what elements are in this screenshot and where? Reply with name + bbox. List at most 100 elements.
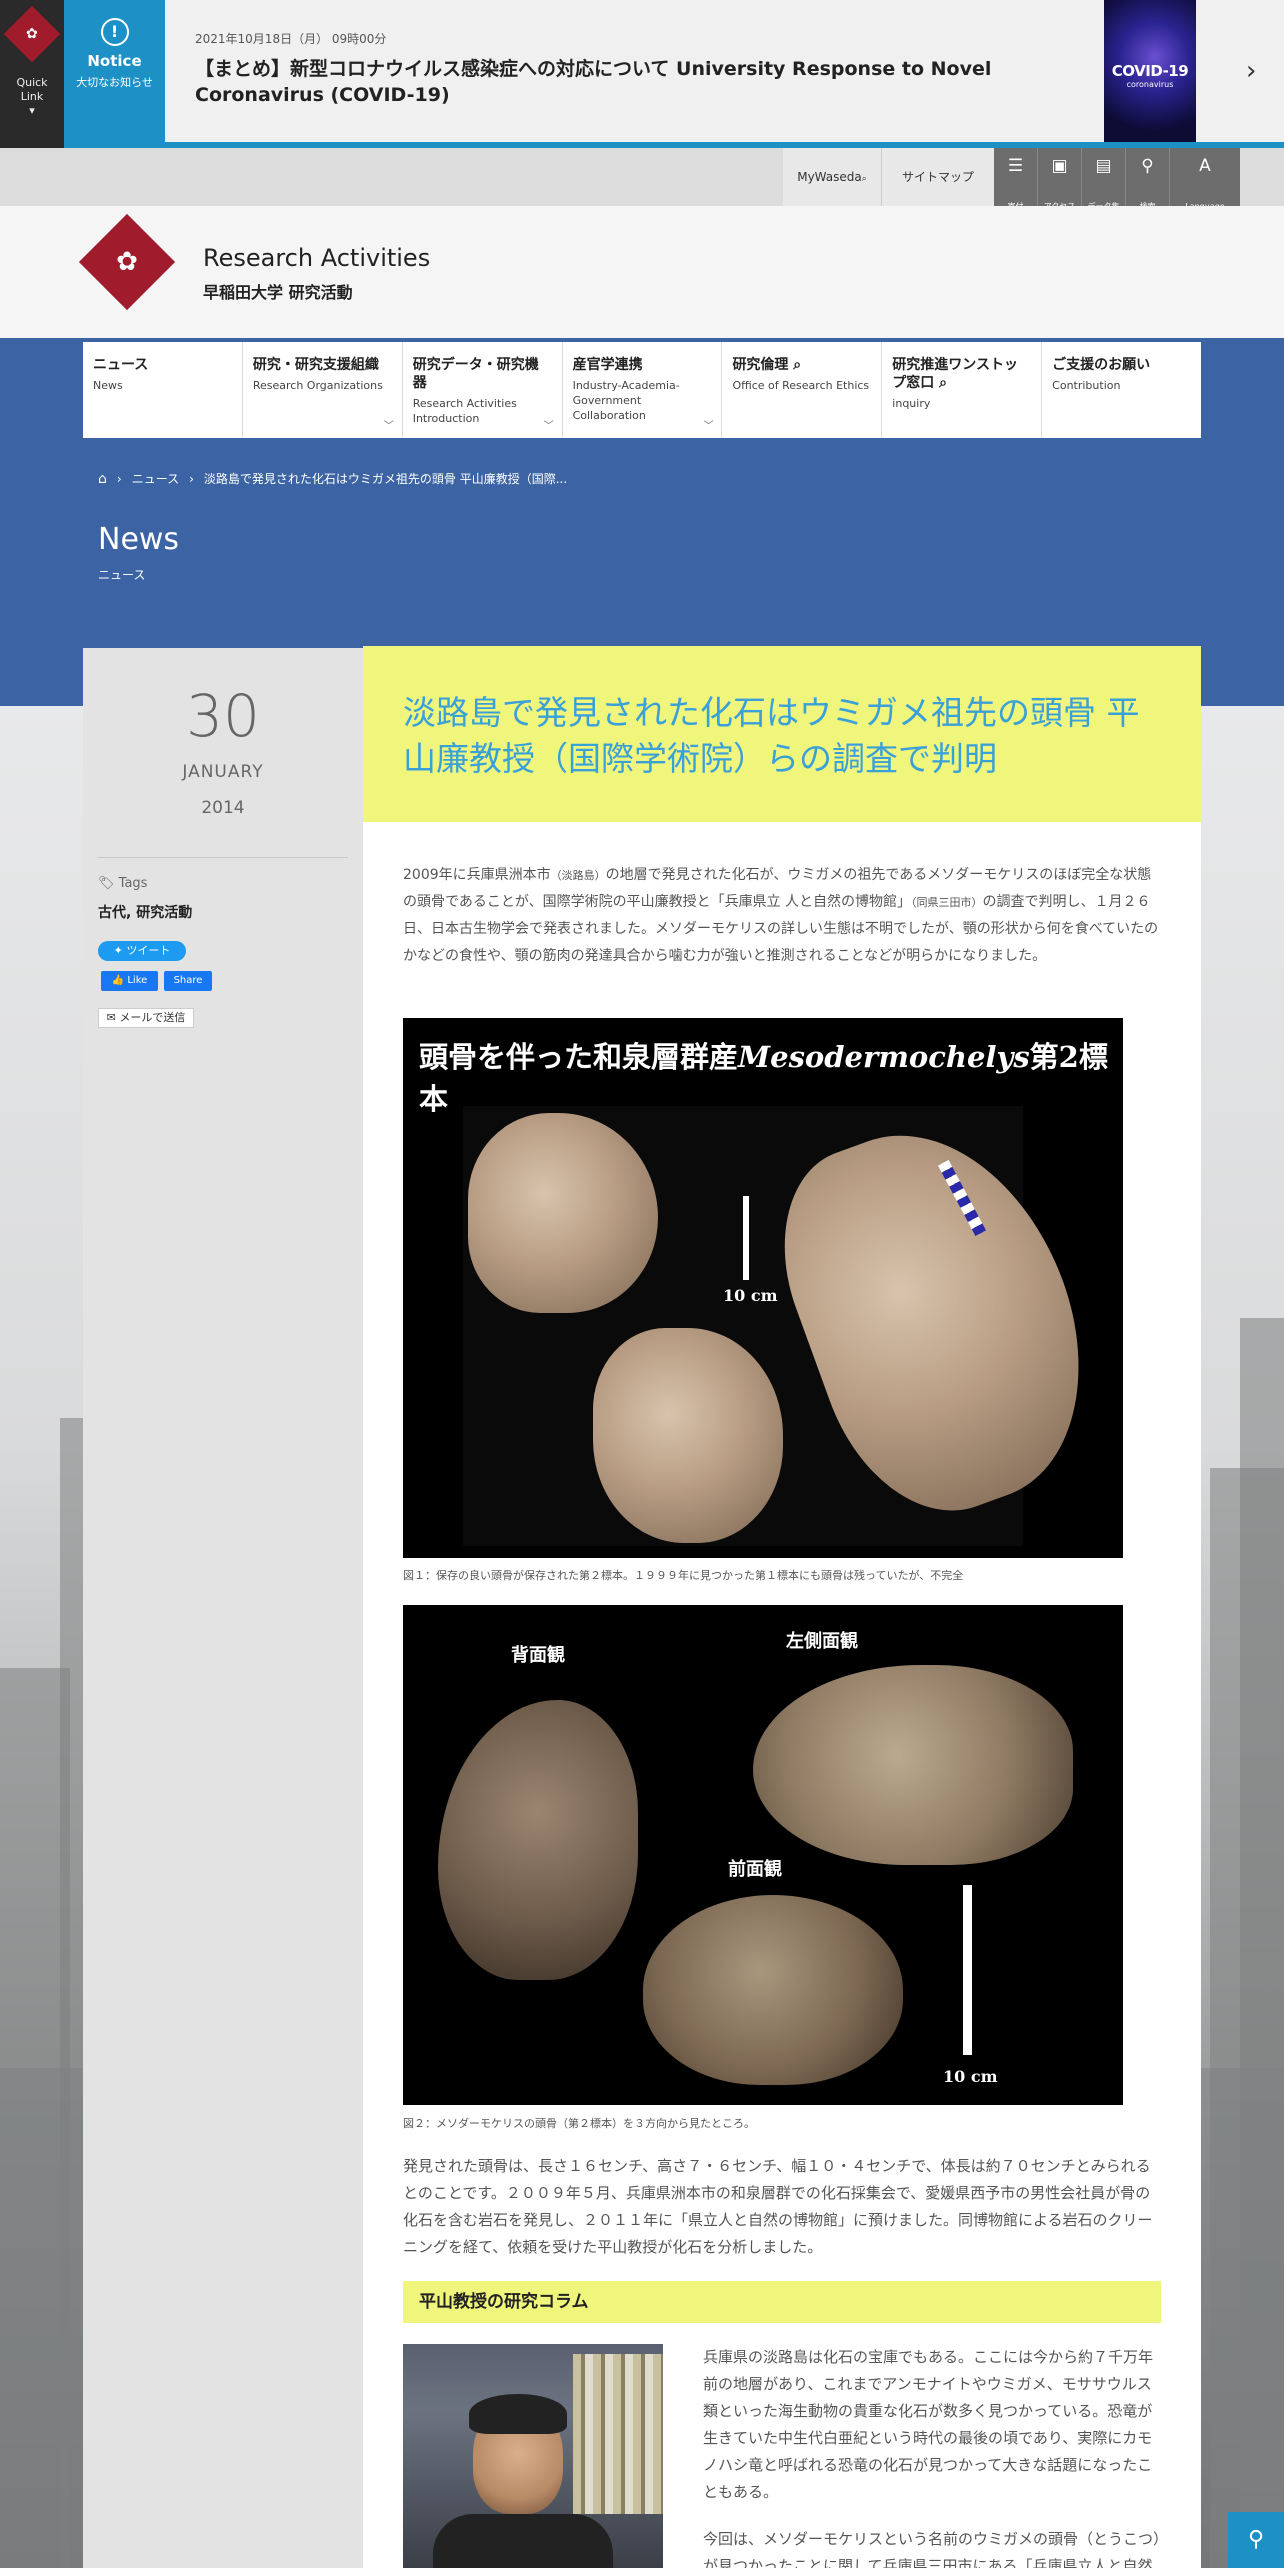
figure-2-image: 背面観 左側面観 前面観 10 cm [403, 1605, 1123, 2105]
nav-item-label: 研究推進ワンストップ窓口 ⌕ [892, 357, 1019, 391]
scale-bar [963, 1885, 972, 2055]
date-year: 2014 [201, 798, 245, 818]
search-button[interactable]: ⚲検索 [1126, 148, 1170, 211]
scale-label: 10 cm [723, 1286, 778, 1305]
tags-label-text: Tags [118, 876, 148, 891]
professor-portrait-image [403, 2344, 663, 2568]
breadcrumb: ⌂ › ニュース › 淡路島で発見された化石はウミガメ祖先の頭骨 平山廉教授（国… [98, 470, 567, 487]
figure-1-caption: 図１：保存の良い頭骨が保存された第２標本。１９９９年に見つかった第１標本にも頭骨… [403, 1569, 964, 1582]
quick-link-button[interactable]: ✿ Quick Link ▾ [0, 0, 64, 154]
nav-item-collaboration[interactable]: 産官学連携 Industry-Academia-Government Colla… [563, 342, 723, 438]
covid-image-subtitle: coronavirus [1126, 80, 1174, 89]
mail-label: メールで送信 [119, 1011, 186, 1024]
language-button[interactable]: ALanguage [1170, 148, 1240, 211]
nav-item-ethics[interactable]: 研究倫理 ⌕ Office of Research Ethics [722, 342, 883, 438]
nav-item-sublabel: News [93, 379, 123, 392]
like-label: Like [127, 975, 148, 986]
nav-item-sublabel: Research Organizations [252, 379, 383, 392]
search-fab-button[interactable]: ⚲ [1228, 2512, 1284, 2568]
figure-1-heading-text: 頭骨を伴った和泉層群産 [419, 1040, 739, 1074]
quick-link-label-2: Link [20, 90, 44, 103]
global-nav: ニュース News 研究・研究支援組織 Research Organizatio… [83, 338, 1201, 438]
lead-text-1: 2009年に兵庫県洲本市 [403, 867, 551, 883]
nav-item-sublabel: Industry-Academia-Government Collaborati… [572, 379, 680, 422]
nav-item-sublabel: Contribution [1052, 379, 1121, 392]
chevron-right-icon[interactable]: › [1246, 56, 1256, 86]
mail-icon: ✉ [106, 1011, 116, 1024]
article-title: 淡路島で発見された化石はウミガメ祖先の頭骨 平山廉教授（国際学術院）らの調査で判… [403, 693, 1140, 778]
covid-image-title: COVID-19 [1111, 62, 1189, 80]
tags-label: 🏷 Tags [98, 876, 147, 891]
search-icon: ⚲ [1141, 156, 1154, 176]
fossil-skull-bottom [593, 1328, 783, 1543]
figure-1-image: 頭骨を伴った和泉層群産Mesodermochelys第2標本 10 cm [403, 1018, 1123, 1558]
tweet-button[interactable]: ✦ ツイート [98, 941, 186, 961]
breadcrumb-separator: › [116, 471, 122, 486]
external-icon: ⌕ [861, 174, 867, 184]
mywaseda-label: MyWaseda [797, 170, 862, 184]
portrait-suit [433, 2514, 613, 2568]
nav-item-contribution[interactable]: ご支援のお願い Contribution [1042, 342, 1201, 438]
nav-item-sublabel: Research Activities Introduction [412, 397, 517, 425]
database-icon: ☰ [1007, 156, 1024, 176]
lead-note-2: （同県三田市） [911, 896, 983, 909]
mywaseda-link[interactable]: MyWaseda⌕ [783, 148, 881, 206]
figure-2-caption: 図２：メソダーモケリスの頭骨（第２標本）を３方向から見たところ。 [403, 2117, 755, 2130]
sitemap-link[interactable]: サイトマップ [881, 148, 994, 206]
nav-item-sublabel: Office of Research Ethics [732, 379, 870, 392]
bookshelf [573, 2354, 663, 2514]
scale-bar [743, 1196, 749, 1280]
nav-item-label: 研究・研究支援組織 [252, 357, 379, 373]
view-label-back: 背面観 [511, 1645, 565, 1666]
notice-sublabel: 大切なお知らせ [76, 76, 153, 89]
alert-icon: ! [100, 18, 129, 46]
quick-link-label-1: Quick [16, 76, 48, 89]
column-paragraph-1: 兵庫県の淡路島は化石の宝庫でもある。ここには今から約７千万年前の地層があり、これ… [703, 2348, 1154, 2501]
facebook-share-button[interactable]: Share [164, 971, 212, 991]
nav-item-label: 産官学連携 [572, 357, 643, 373]
waseda-seal-icon: ✿ [3, 5, 61, 63]
access-button[interactable]: ▣アクセス [1038, 148, 1082, 211]
article-body: 発見された頭骨は、長さ１６センチ、高さ７・６センチ、幅１０・４センチで、体長は約… [403, 2157, 1153, 2256]
twitter-icon: ✦ [113, 944, 123, 957]
scale-label: 10 cm [943, 2067, 998, 2086]
column-heading: 平山教授の研究コラム [403, 2281, 1161, 2323]
date-day: 30 [186, 682, 260, 750]
section-title: News [98, 522, 180, 557]
breadcrumb-news-link[interactable]: ニュース [132, 470, 179, 487]
tags-values[interactable]: 古代, 研究活動 [98, 902, 192, 922]
chevron-down-icon: ﹀ [383, 421, 394, 432]
breadcrumb-separator: › [189, 471, 194, 486]
site-title[interactable]: Research Activities [203, 244, 430, 272]
chevron-down-icon: ﹀ [543, 421, 554, 432]
skull-back-view [438, 1700, 638, 1980]
article-title-box: 淡路島で発見された化石はウミガメ祖先の頭骨 平山廉教授（国際学術院）らの調査で判… [363, 646, 1201, 822]
portrait-hair [469, 2394, 567, 2434]
chevron-down-icon: ﹀ [703, 421, 714, 432]
skull-front-view [643, 1895, 903, 2085]
lead-note-1: （淡路島） [550, 869, 606, 882]
nav-item-label: 研究データ・研究機器 [412, 357, 539, 391]
facebook-like-button[interactable]: 👍 Like [101, 971, 158, 991]
search-icon: ⚲ [1247, 2527, 1265, 2552]
nav-item-label: ご支援のお願い [1052, 357, 1151, 373]
notice-title-link[interactable]: 【まとめ】新型コロナウイルス感染症への対応について University Res… [195, 56, 1075, 108]
nav-item-research-data[interactable]: 研究データ・研究機器 Research Activities Introduct… [403, 342, 563, 438]
nav-item-news[interactable]: ニュース News [83, 342, 243, 438]
article-sidebar [83, 648, 363, 2568]
kifu-button[interactable]: ☰寄付 [994, 148, 1038, 211]
date-month: JANUARY [182, 762, 264, 782]
figure-1-heading-italic: Mesodermochelys [738, 1040, 1030, 1074]
covid-banner-image[interactable]: COVID-19 coronavirus [1104, 0, 1196, 142]
bus-icon: ▣ [1051, 156, 1068, 176]
site-header: ✿ Research Activities 早稲田大学 研究活動 [0, 206, 1284, 338]
mail-share-button[interactable]: ✉ メールで送信 [98, 1008, 194, 1028]
home-icon[interactable]: ⌂ [98, 471, 107, 487]
skull-left-view [753, 1665, 1073, 1865]
data-button[interactable]: ▤データ集 [1082, 148, 1126, 211]
site-subtitle: 早稲田大学 研究活動 [203, 283, 353, 302]
nav-item-organizations[interactable]: 研究・研究支援組織 Research Organizations ﹀ [243, 342, 403, 438]
waseda-logo[interactable]: ✿ [78, 213, 176, 311]
nav-item-inquiry[interactable]: 研究推進ワンストップ窓口 ⌕ inquiry [882, 342, 1043, 438]
nav-item-label: ニュース [93, 357, 149, 373]
